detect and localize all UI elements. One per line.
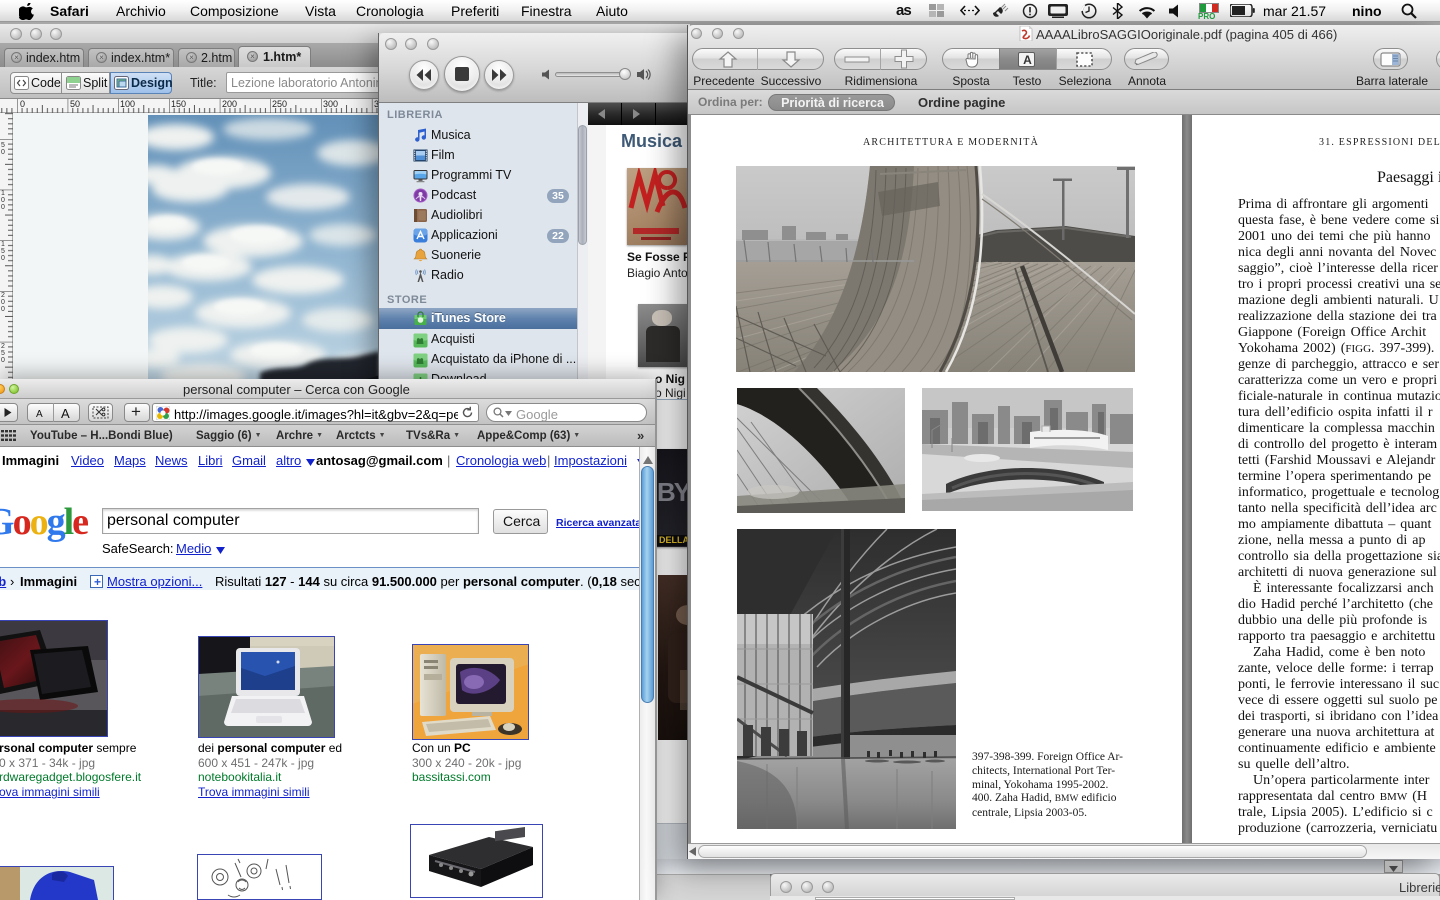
svg-text:1: 1 — [1, 190, 5, 197]
svg-text:0: 0 — [1, 204, 5, 211]
svg-text:0: 0 — [1, 299, 5, 306]
svg-text:5: 5 — [1, 142, 5, 149]
svg-text:5: 5 — [1, 248, 5, 255]
svg-text:0: 0 — [1, 149, 5, 156]
svg-text:2: 2 — [1, 292, 5, 299]
svg-text:0: 0 — [1, 306, 5, 313]
svg-text:1: 1 — [1, 241, 5, 248]
svg-text:0: 0 — [1, 255, 5, 262]
svg-text:5: 5 — [1, 350, 5, 357]
svg-text:2: 2 — [1, 343, 5, 350]
svg-text:0: 0 — [1, 197, 5, 204]
svg-text:0: 0 — [1, 357, 5, 364]
